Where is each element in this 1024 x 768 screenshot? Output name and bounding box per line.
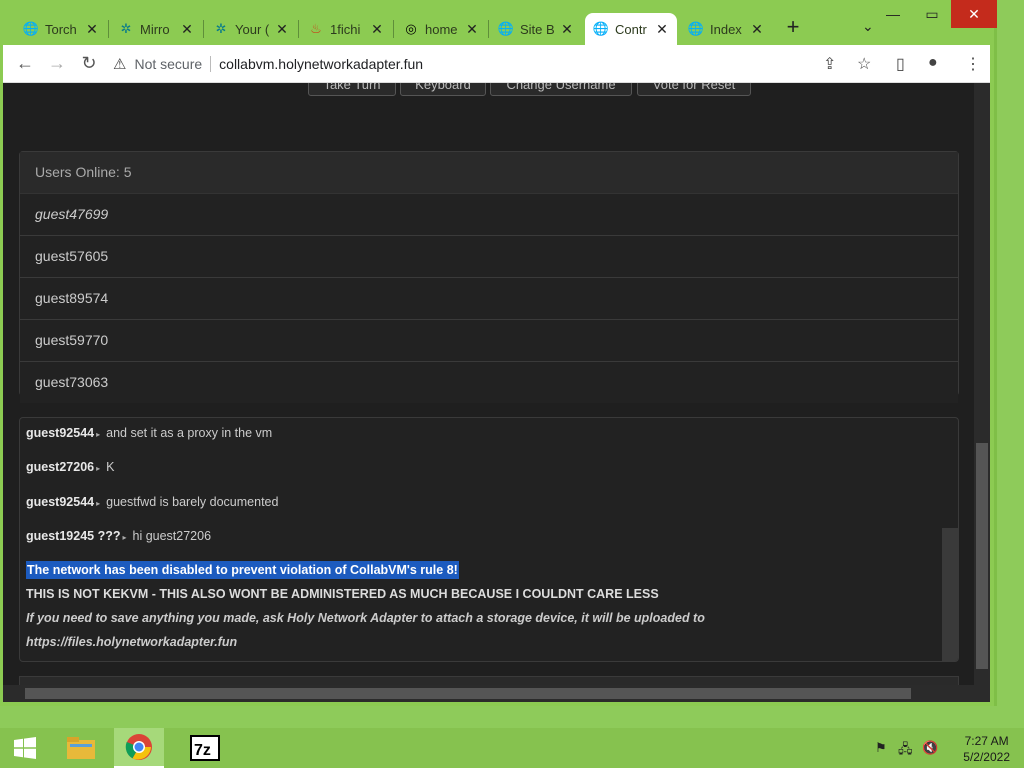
take-turn-button[interactable]: Take Turn [308,83,396,96]
close-icon[interactable]: ✕ [275,21,289,38]
chat-username: guest19245 ??? [26,529,121,543]
side-panel-icon[interactable]: ▯ [896,54,905,74]
close-icon[interactable]: ✕ [655,21,669,38]
tab-mirror[interactable]: ✲ Mirro ✕ [110,13,202,45]
tab-home[interactable]: ◎ home ✕ [395,13,487,45]
browser-toolbar: ← → ↻ ⚠ Not secure collabvm.holynetworka… [3,45,990,83]
chat-message: guest27206 ▸ K [26,460,114,474]
menu-icon[interactable]: ⋮ [965,54,981,74]
tab-divider [298,20,299,38]
kekvm-notice: THIS IS NOT KEKVM - THIS ALSO WONT BE AD… [26,587,659,601]
close-window-button[interactable]: ✕ [951,0,997,28]
horizontal-scrollbar-thumb[interactable] [25,688,911,699]
chat-text: and set it as a proxy in the vm [106,426,273,440]
tab-your[interactable]: ✲ Your ( ✕ [205,13,297,45]
chrome-icon[interactable] [114,728,164,768]
user-list-item[interactable]: guest57605 [20,236,958,278]
tab-divider [393,20,394,38]
star-icon[interactable]: ☆ [857,54,871,74]
url-text: collabvm.holynetworkadapter.fun [219,55,424,72]
vote-reset-button[interactable]: Vote for Reset [637,83,751,96]
chat-input-row[interactable] [19,676,959,685]
user-list-item[interactable]: guest73063 [20,362,958,403]
chat-username: guest27206 [26,460,95,474]
windows-start-icon[interactable] [0,728,50,768]
caret-right-icon: ▸ [96,499,101,508]
chevron-down-icon[interactable]: ⌄ [862,18,874,35]
chat-username: guest92544 [26,426,95,440]
close-icon[interactable]: ✕ [750,21,764,38]
spiral-icon: ◎ [405,21,417,36]
restore-button[interactable]: ▭ [913,0,951,28]
clock-time: 7:27 AM [964,734,1009,748]
forward-arrow-icon[interactable]: → [47,53,67,73]
caret-right-icon: ▸ [122,533,127,542]
user-list-item[interactable]: guest89574 [20,278,958,320]
reload-icon[interactable]: ↻ [79,53,99,73]
files-link[interactable]: https://files.holynetworkadapter.fun [26,635,237,649]
7zip-icon[interactable]: 7z [180,728,230,768]
chat-message: guest92544 ▸ guestfwd is barely documented [26,495,278,509]
svg-text:7z: 7z [194,742,211,759]
warning-icon: ⚠ [113,55,127,73]
users-online-header: Users Online: 5 [20,152,958,194]
globe-icon: 🌐 [687,21,705,36]
close-icon[interactable]: ✕ [180,21,194,38]
tab-torch[interactable]: 🌐 Torch ✕ [15,13,107,45]
chat-scrollbar[interactable] [942,528,958,661]
system-clock[interactable]: 7:27 AM 5/2/2022 [963,733,1010,765]
caret-right-icon: ▸ [96,464,101,473]
tab-divider [203,20,204,38]
user-list-item[interactable]: guest59770 [20,320,958,362]
chat-username: guest92544 [26,495,95,509]
close-icon[interactable]: ✕ [85,21,99,38]
close-icon[interactable]: ✕ [560,21,574,38]
new-tab-button[interactable]: + [782,16,804,38]
divider [210,55,212,72]
page-scrollbar-thumb[interactable] [976,443,988,669]
flag-icon[interactable]: ⚑ [875,740,887,756]
tab-control-active[interactable]: 🌐 Contr ✕ [585,13,677,45]
storage-notice: If you need to save anything you made, a… [26,611,705,625]
caret-right-icon: ▸ [96,430,101,439]
globe-icon: 🌐 [497,21,515,36]
openai-icon: ✲ [120,21,132,36]
chat-message: guest19245 ??? ▸ hi guest27206 [26,529,211,543]
tab-site-b[interactable]: 🌐 Site B ✕ [490,13,582,45]
back-arrow-icon[interactable]: ← [15,53,35,73]
share-icon[interactable]: ⇪ [823,54,836,74]
chat-text: hi guest27206 [132,529,212,543]
network-icon[interactable]: 🖧 [898,740,913,762]
close-icon[interactable]: ✕ [465,21,479,38]
file-explorer-icon[interactable] [56,728,106,768]
profile-icon[interactable]: ● [928,54,938,72]
tab-divider [488,20,489,38]
change-username-button[interactable]: Change Username [490,83,632,96]
chrome-window: 🌐 Torch ✕ ✲ Mirro ✕ ✲ Your ( ✕ ♨ 1fichi … [0,0,997,706]
minimize-button[interactable]: — [874,0,912,28]
tab-1fichier[interactable]: ♨ 1fichi ✕ [300,13,392,45]
page-content: Take Turn Keyboard Change Username Vote … [3,83,990,685]
fire-icon: ♨ [310,21,322,36]
security-label: Not secure [134,55,203,72]
tab-strip: 🌐 Torch ✕ ✲ Mirro ✕ ✲ Your ( ✕ ♨ 1fichi … [0,0,997,46]
chat-message: guest92544 ▸ and set it as a proxy in the … [26,426,272,440]
windows-taskbar: 7z ⚑ 🖧 🔇 7:27 AM 5/2/2022 [0,728,1024,768]
address-bar[interactable]: ⚠ Not secure collabvm.holynetworkadapter… [113,49,853,78]
volume-muted-icon[interactable]: 🔇 [922,740,938,756]
chat-panel: guest92544 ▸ and set it as a proxy in the … [19,417,959,662]
clock-date: 5/2/2022 [963,750,1010,764]
user-list-item[interactable]: guest47699 [20,194,958,236]
close-icon[interactable]: ✕ [370,21,384,38]
openai-icon: ✲ [215,21,227,36]
network-disabled-notice: The network has been disabled to prevent… [26,561,459,579]
globe-icon: 🌐 [592,21,610,36]
tab-index[interactable]: 🌐 Index ✕ [680,13,772,45]
globe-icon: 🌐 [22,21,40,36]
chat-text: guestfwd is barely documented [106,495,279,509]
chat-text: K [106,460,115,474]
tab-divider [108,20,109,38]
keyboard-button[interactable]: Keyboard [400,83,486,96]
users-online-panel: Users Online: 5 guest47699 guest57605 gu… [19,151,959,403]
